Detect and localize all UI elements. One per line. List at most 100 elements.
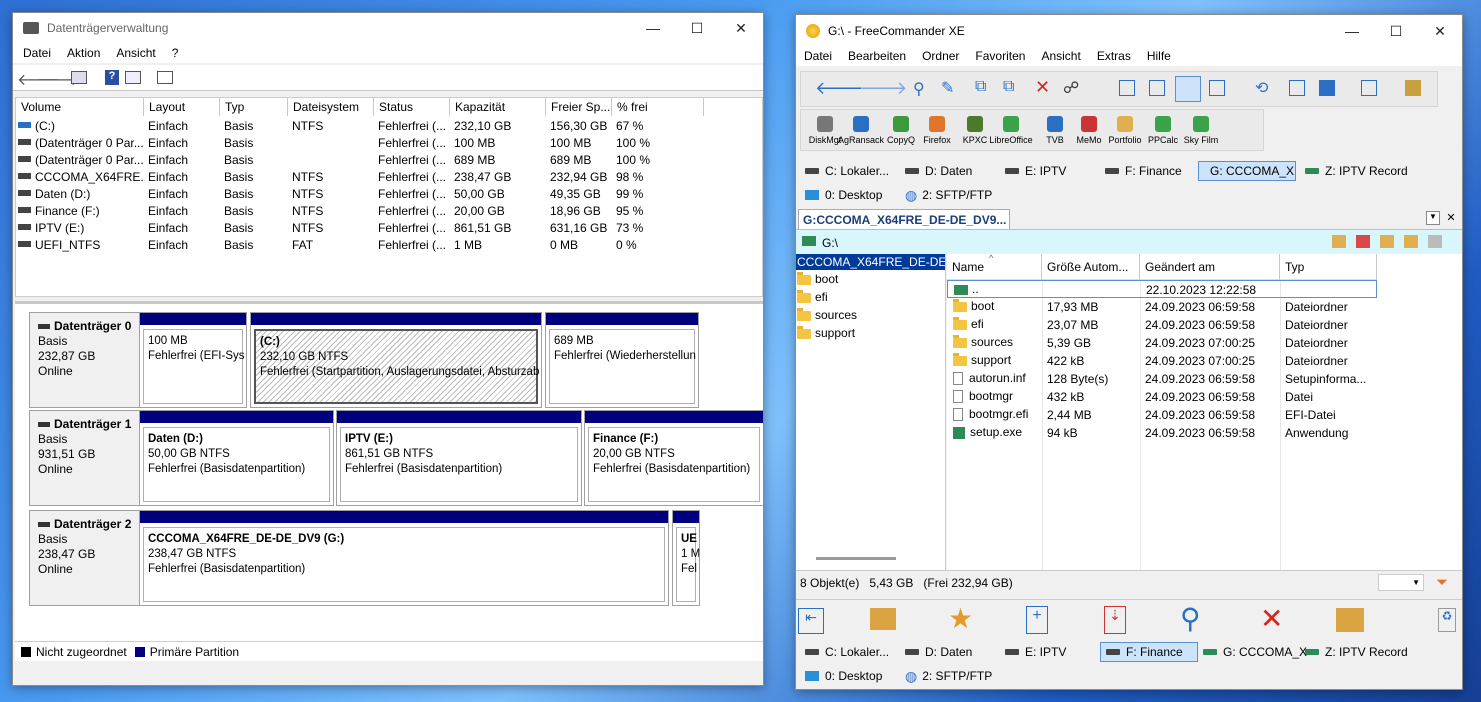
- sync-folder-icon[interactable]: [1336, 608, 1364, 632]
- tree-root[interactable]: CCCOMA_X64FRE_DE-DE_D: [796, 254, 945, 270]
- file-row[interactable]: setup.exe 94 kB 24.09.2023 06:59:58 Anwendu…: [947, 424, 1377, 442]
- checklist-icon[interactable]: [1289, 80, 1305, 96]
- tree-hscroll[interactable]: [796, 554, 945, 564]
- menu-aktion[interactable]: Aktion: [59, 46, 108, 60]
- col-layout[interactable]: Layout: [144, 98, 220, 116]
- tool-portfolio[interactable]: Portfolio: [1107, 116, 1143, 145]
- volume-row[interactable]: (C:) Einfach Basis NTFS Fehlerfrei (... 232,1…: [16, 117, 762, 134]
- drive-tab[interactable]: G: CCCOMA_X: [1198, 642, 1312, 662]
- volume-row[interactable]: Finance (F:) Einfach Basis NTFS Fehlerfrei (…: [16, 202, 762, 219]
- drive-tab[interactable]: G: CCCOMA_X: [1198, 161, 1296, 181]
- layout-icon[interactable]: [1319, 80, 1335, 96]
- favorite-star-icon[interactable]: ★: [948, 602, 973, 635]
- file-row[interactable]: boot 17,93 MB 24.09.2023 06:59:58 Dateiordn…: [947, 298, 1377, 316]
- tool-libreoffice[interactable]: LibreOffice: [989, 116, 1033, 145]
- copy-file-icon[interactable]: ⇣: [1104, 606, 1126, 634]
- partition[interactable]: Daten (D:) 50,00 GB NTFS Fehlerfrei (Basis…: [139, 410, 334, 506]
- fc-col-groesse[interactable]: Größe Autom...: [1042, 254, 1140, 280]
- partition[interactable]: Finance (F:) 20,00 GB NTFS Fehlerfrei (Bas…: [584, 410, 763, 506]
- volume-row[interactable]: Daten (D:) Einfach Basis NTFS Fehlerfrei (..…: [16, 185, 762, 202]
- fc-col-geaendert[interactable]: Geändert am: [1140, 254, 1280, 280]
- minimize-button[interactable]: —: [631, 13, 675, 43]
- copy-path-icon[interactable]: [1428, 235, 1442, 248]
- details-view-icon[interactable]: [1149, 80, 1165, 96]
- recycle-bin-icon[interactable]: ♻: [1438, 608, 1456, 632]
- folder-up-icon[interactable]: [1380, 235, 1394, 248]
- filter-combo[interactable]: ▼: [1378, 574, 1424, 591]
- tree-item[interactable]: boot: [796, 270, 945, 288]
- close-button[interactable]: ✕: [719, 13, 763, 43]
- history-icon[interactable]: [1332, 235, 1346, 248]
- drive-tab[interactable]: ◍ 2: SFTP/FTP: [900, 185, 997, 205]
- volume-row[interactable]: CCCOMA_X64FRE... Einfach Basis NTFS Fehlerfr…: [16, 168, 762, 185]
- edit-icon[interactable]: ✎: [941, 78, 954, 98]
- folder-size-icon[interactable]: [870, 608, 896, 630]
- col-volume[interactable]: Volume: [16, 98, 144, 116]
- maximize-button[interactable]: ☐: [675, 13, 719, 43]
- volume-row[interactable]: (Datenträger 0 Par... Einfach Basis Fehlerf…: [16, 151, 762, 168]
- favorites-icon[interactable]: [1356, 235, 1370, 248]
- drive-tab[interactable]: C: Lokaler...: [800, 161, 894, 181]
- file-row[interactable]: sources 5,39 GB 24.09.2023 07:00:25 Dateior…: [947, 334, 1377, 352]
- help-icon[interactable]: ?: [105, 70, 119, 85]
- tree-item[interactable]: sources: [796, 306, 945, 324]
- col-kapazitaet[interactable]: Kapazität: [450, 98, 546, 116]
- tree-view-icon[interactable]: [1119, 80, 1135, 96]
- drive-tab[interactable]: Z: IPTV Record: [1300, 642, 1413, 662]
- copy-icon[interactable]: ⧉: [975, 78, 986, 96]
- delete-icon[interactable]: ✕: [1035, 77, 1050, 98]
- volume-row[interactable]: (Datenträger 0 Par... Einfach Basis Fehlerf…: [16, 134, 762, 151]
- drive-tab[interactable]: 0: Desktop: [800, 185, 887, 205]
- file-row[interactable]: bootmgr 432 kB 24.09.2023 06:59:58 Datei: [947, 388, 1377, 406]
- search-icon[interactable]: ⚲: [913, 79, 925, 99]
- tool-firefox[interactable]: Firefox: [919, 116, 955, 145]
- file-row[interactable]: efi 23,07 MB 24.09.2023 06:59:58 Dateiordne…: [947, 316, 1377, 334]
- tool-memo[interactable]: MeMo: [1071, 116, 1107, 145]
- drive-tab[interactable]: D: Daten: [900, 642, 977, 662]
- sync-icon[interactable]: ⟲: [1255, 78, 1268, 98]
- fc-menu-hilfe[interactable]: Hilfe: [1139, 49, 1179, 63]
- file-row[interactable]: bootmgr.efi 2,44 MB 24.09.2023 06:59:58 EFI…: [947, 406, 1377, 424]
- col-prozent-frei[interactable]: % frei: [612, 98, 704, 116]
- drive-tab[interactable]: C: Lokaler...: [800, 642, 894, 662]
- partition[interactable]: 100 MB Fehlerfrei (EFI-Sys: [139, 312, 247, 408]
- drive-tab[interactable]: ◍ 2: SFTP/FTP: [900, 666, 997, 686]
- fc-menu-bearbeiten[interactable]: Bearbeiten: [840, 49, 914, 63]
- fc-maximize-button[interactable]: ☐: [1374, 15, 1418, 47]
- fc-menu-ansicht[interactable]: Ansicht: [1033, 49, 1088, 63]
- partition[interactable]: (C:) 232,10 GB NTFS Fehlerfrei (Startparti…: [250, 312, 542, 408]
- col-dateisystem[interactable]: Dateisystem: [288, 98, 374, 116]
- view-icon[interactable]: [157, 71, 173, 84]
- volume-row[interactable]: IPTV (E:) Einfach Basis NTFS Fehlerfrei (...…: [16, 219, 762, 236]
- tab-close-icon[interactable]: ✕: [1444, 211, 1458, 225]
- file-row[interactable]: autorun.inf 128 Byte(s) 24.09.2023 06:59:5…: [947, 370, 1377, 388]
- disk-label[interactable]: Datenträger 2 Basis 238,47 GB Online: [29, 510, 153, 606]
- tree-item[interactable]: efi: [796, 288, 945, 306]
- move-icon[interactable]: ⧉: [1003, 78, 1014, 96]
- drive-tab[interactable]: Z: IPTV Record: [1300, 161, 1413, 181]
- fc-menu-favoriten[interactable]: Favoriten: [967, 49, 1033, 63]
- fc-panel-tab[interactable]: G:CCCOMA_X64FRE_DE-DE_DV9...: [798, 209, 1010, 229]
- tool-agransack[interactable]: AgRansack: [838, 116, 884, 145]
- fc-search-big-icon[interactable]: ⚲: [1180, 602, 1201, 635]
- window-icon[interactable]: [1361, 80, 1377, 96]
- menu-help[interactable]: ?: [164, 46, 187, 60]
- disk-label[interactable]: Datenträger 0 Basis 232,87 GB Online: [29, 312, 153, 408]
- fc-menu-datei[interactable]: Datei: [796, 49, 840, 63]
- properties-icon[interactable]: [125, 71, 141, 84]
- fc-close-button[interactable]: ✕: [1418, 15, 1462, 47]
- list-view-icon[interactable]: [1175, 76, 1201, 102]
- binoculars-icon[interactable]: ☍: [1063, 78, 1079, 98]
- partition[interactable]: 689 MB Fehlerfrei (Wiederherstellun: [545, 312, 699, 408]
- tool-tvb[interactable]: TVB: [1037, 116, 1073, 145]
- drive-tab[interactable]: D: Daten: [900, 161, 977, 181]
- partition[interactable]: CCCOMA_X64FRE_DE-DE_DV9 (G:) 238,47 GB NT…: [139, 510, 669, 606]
- menu-datei[interactable]: Datei: [15, 46, 59, 60]
- menu-ansicht[interactable]: Ansicht: [108, 46, 163, 60]
- drive-tab[interactable]: E: IPTV: [1000, 642, 1071, 662]
- tool-copyq[interactable]: CopyQ: [883, 116, 919, 145]
- tree-item[interactable]: support: [796, 324, 945, 342]
- back-icon[interactable]: 🡐: [815, 78, 863, 99]
- fc-menu-ordner[interactable]: Ordner: [914, 49, 967, 63]
- drive-tab[interactable]: E: IPTV: [1000, 161, 1071, 181]
